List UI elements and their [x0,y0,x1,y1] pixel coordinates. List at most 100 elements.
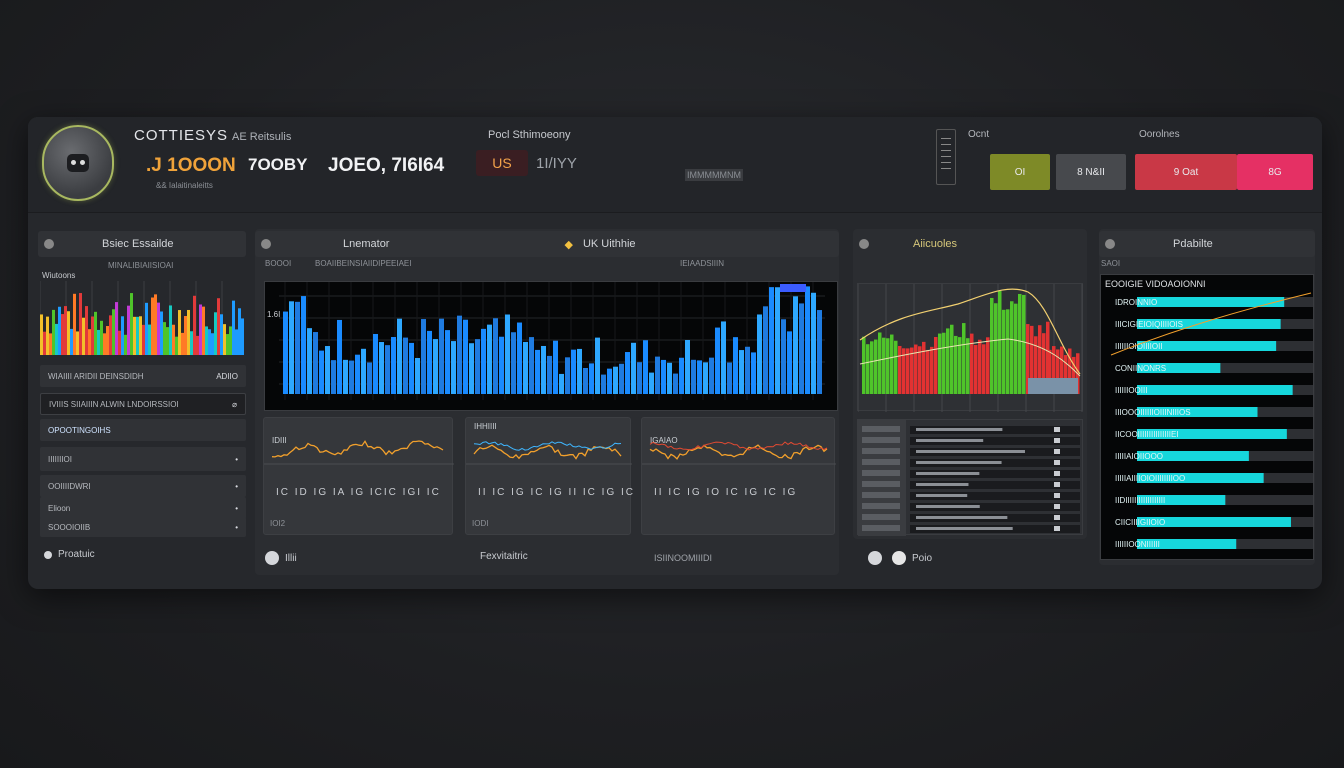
list-item[interactable]: IVIIIS SIIAIIIN ALWIN LNDOIRSSIOI ⌀ [40,393,246,415]
grid-cell [862,514,900,520]
right-panel-title: Aiicuoles [853,231,1087,257]
line-series-secondary [649,441,828,451]
grid-cell [862,437,900,443]
chart-bar [613,366,618,394]
chart-bar [409,342,414,394]
header-bar: COTTIESYS AE Reitsulis .J 1OOON 7OOBY JOE… [28,117,1322,213]
grid-cell [862,426,900,432]
toggle-icon [892,551,906,565]
chart-bar [595,337,600,394]
chart-bar [565,357,570,394]
rank-label: IIIIIAIIIIOIOIIIIIIIIOO [1115,474,1185,483]
circle-icon [44,239,54,249]
left-footer[interactable]: Proatuic [44,549,95,560]
phone-icon[interactable] [936,129,956,185]
list-item[interactable]: IIIIIIIOI • [40,447,246,471]
chart-bar [787,331,792,394]
chart-bar [637,362,642,394]
chart-bar [40,314,43,355]
chart-bar [445,330,450,394]
main-footer-left[interactable]: Illii [265,551,297,565]
chart-bar [475,339,480,394]
list-item[interactable]: SOOOIOIIB • [40,517,246,537]
grid-cell [1054,460,1060,465]
chart-bar [553,340,558,394]
chart-bar [190,331,193,355]
chart-bar [361,348,366,394]
grid-cell [1054,526,1060,531]
grid-cell [916,527,1013,530]
grid-cell [862,492,900,498]
chart-bar [52,309,55,355]
chart-bar [874,339,878,394]
circle-icon [261,239,271,249]
list-item[interactable]: WIAIIII ARIDII DEINSDIDH ADIIO [40,365,246,387]
chart-bar [769,287,774,394]
chart-bar [88,329,91,355]
chart-bar [763,306,768,394]
chart-bar [589,363,594,394]
chart-bar [1028,378,1078,394]
chart-bar [898,345,902,394]
right-footer-label: Poio [912,552,933,564]
chart-bar [978,339,982,394]
chart-bar [882,337,886,394]
line-series-orange [649,444,828,460]
chart-bar [64,306,67,355]
mini-chart-3: IGAIAO II IC IG IO IC IG IC IG [641,417,836,535]
right-footer[interactable]: Poio [868,551,932,565]
grid-cell [1054,493,1060,498]
app-logo[interactable] [42,125,114,201]
chart-bar [870,341,874,394]
list-item-value: • [235,454,238,464]
grid-cell [862,470,900,476]
chart-bar [990,297,994,394]
left-panel-title-text: Bsiec Essailde [102,238,174,250]
pink-button[interactable]: 8G [1237,154,1313,190]
mini-line-chart [466,441,632,465]
main-sub-right: IEIAADSIIIN [680,259,725,268]
chart-bar [82,317,85,355]
chart-bar [946,328,950,394]
chart-bar [493,318,498,394]
grid-cell [916,439,984,442]
grid-cell [862,481,900,487]
chart-bar [866,344,870,394]
grid-cell [1054,427,1060,432]
chart-bar [571,349,576,394]
chart-bar [43,331,46,355]
chart-bar [535,349,540,394]
chart-bar [385,345,390,394]
chart-bar [337,319,342,394]
red-button[interactable]: 9 Oat [1135,154,1237,190]
chart-bar [193,295,196,355]
main-panel-title: Lnemator ◆ UK Uithhie [255,231,839,257]
chart-bar [433,339,438,394]
chart-bar [313,332,318,394]
chart-bar [178,310,181,355]
list-item[interactable]: OPOOTINGOIHS [40,419,246,441]
chart-bar [295,301,300,394]
gray-button[interactable]: 8 N&II [1056,154,1126,190]
list-item[interactable]: Elioon • [40,497,246,519]
brand-title: COTTIESYS AE Reitsulis [134,127,291,144]
chart-bar [970,333,974,394]
chart-bar [211,333,214,355]
center-label: Pocl Sthimoeony [488,129,571,141]
grid-cell [1054,504,1060,509]
chart-bar [998,290,1002,394]
chart-bar [1014,303,1018,394]
chart-bar [559,373,564,394]
chart-bar [982,344,986,394]
olive-button[interactable]: OI [990,154,1050,190]
grid-cell [1054,515,1060,520]
chart-bar [226,334,229,355]
region-badge[interactable]: US [476,150,528,176]
chart-bar [85,306,88,355]
list-item[interactable]: OOIIIIDWRI • [40,475,246,497]
mini-line-chart [264,440,454,465]
rank-label: CIICIIIIGIIOIO [1115,518,1165,527]
control-label: Ocnt [968,129,990,140]
mini-status-bar: IMMMMMNM [685,169,743,181]
list-item-value: • [235,522,238,532]
